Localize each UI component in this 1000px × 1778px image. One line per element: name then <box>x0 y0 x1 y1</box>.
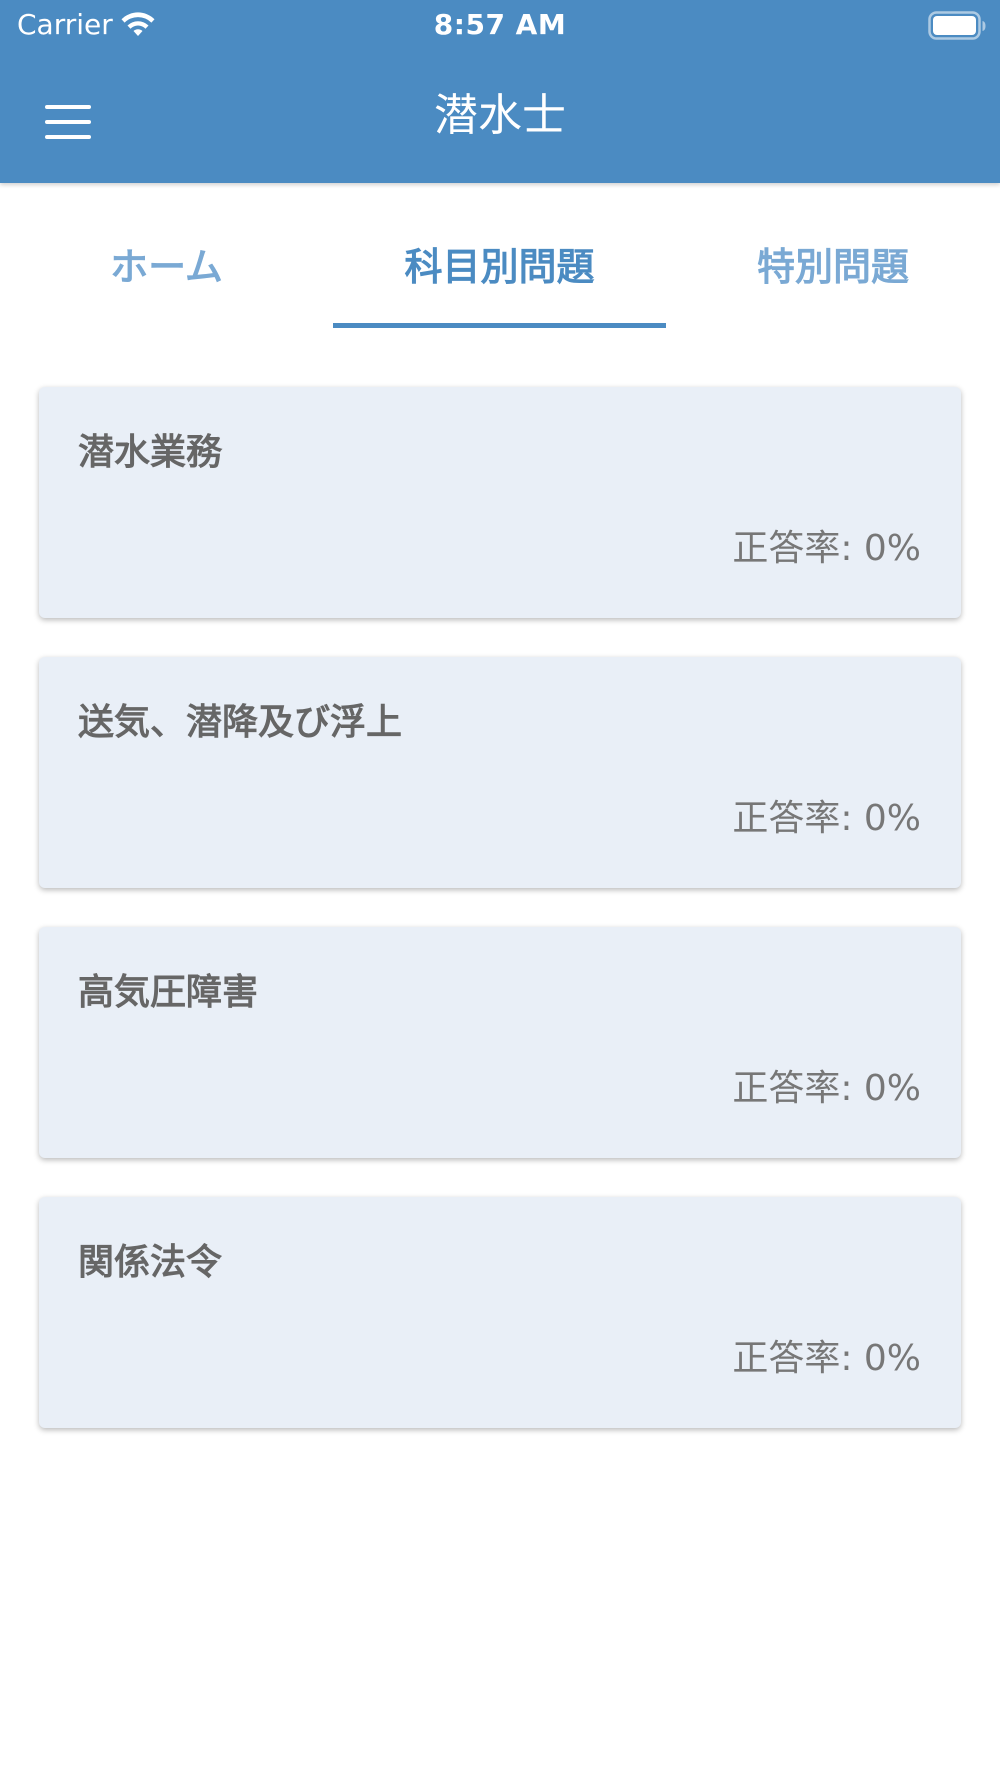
app-title: 潜水士 <box>434 90 566 141</box>
app-screen: Carrier 8:57 AM 潜水士 ホーム 科目別問題 特別問題 潜水業務 … <box>0 0 1000 1778</box>
correct-rate: 正答率: 0% <box>732 1338 921 1379</box>
app-bar: 潜水士 <box>0 52 1000 183</box>
subject-title: 送気、潜降及び浮上 <box>78 702 403 743</box>
correct-rate: 正答率: 0% <box>732 528 921 569</box>
tab-special-questions-label: 特別問題 <box>756 245 909 289</box>
tab-bar: ホーム 科目別問題 特別問題 <box>0 205 1000 330</box>
tab-home-label: ホーム <box>110 245 223 289</box>
subject-title: 関係法令 <box>78 1242 223 1283</box>
header: Carrier 8:57 AM 潜水士 <box>0 0 1000 183</box>
tab-special-questions[interactable]: 特別問題 <box>666 205 1000 330</box>
correct-rate: 正答率: 0% <box>732 798 921 839</box>
correct-rate: 正答率: 0% <box>732 1068 921 1109</box>
subject-card[interactable]: 潜水業務 正答率: 0% <box>39 387 961 618</box>
subject-list: 潜水業務 正答率: 0% 送気、潜降及び浮上 正答率: 0% 高気圧障害 正答率… <box>39 387 961 1467</box>
battery-icon <box>928 11 986 40</box>
tab-home[interactable]: ホーム <box>0 205 333 330</box>
subject-title: 高気圧障害 <box>78 972 259 1013</box>
status-bar: Carrier 8:57 AM <box>0 0 1000 52</box>
subject-card[interactable]: 高気圧障害 正答率: 0% <box>39 927 961 1158</box>
subject-card[interactable]: 送気、潜降及び浮上 正答率: 0% <box>39 657 961 888</box>
subject-card[interactable]: 関係法令 正答率: 0% <box>39 1197 961 1428</box>
tab-subject-questions[interactable]: 科目別問題 <box>333 205 666 330</box>
tab-subject-questions-label: 科目別問題 <box>404 245 595 289</box>
active-tab-indicator <box>333 323 666 328</box>
subject-title: 潜水業務 <box>78 432 223 473</box>
clock-time: 8:57 AM <box>433 8 567 41</box>
